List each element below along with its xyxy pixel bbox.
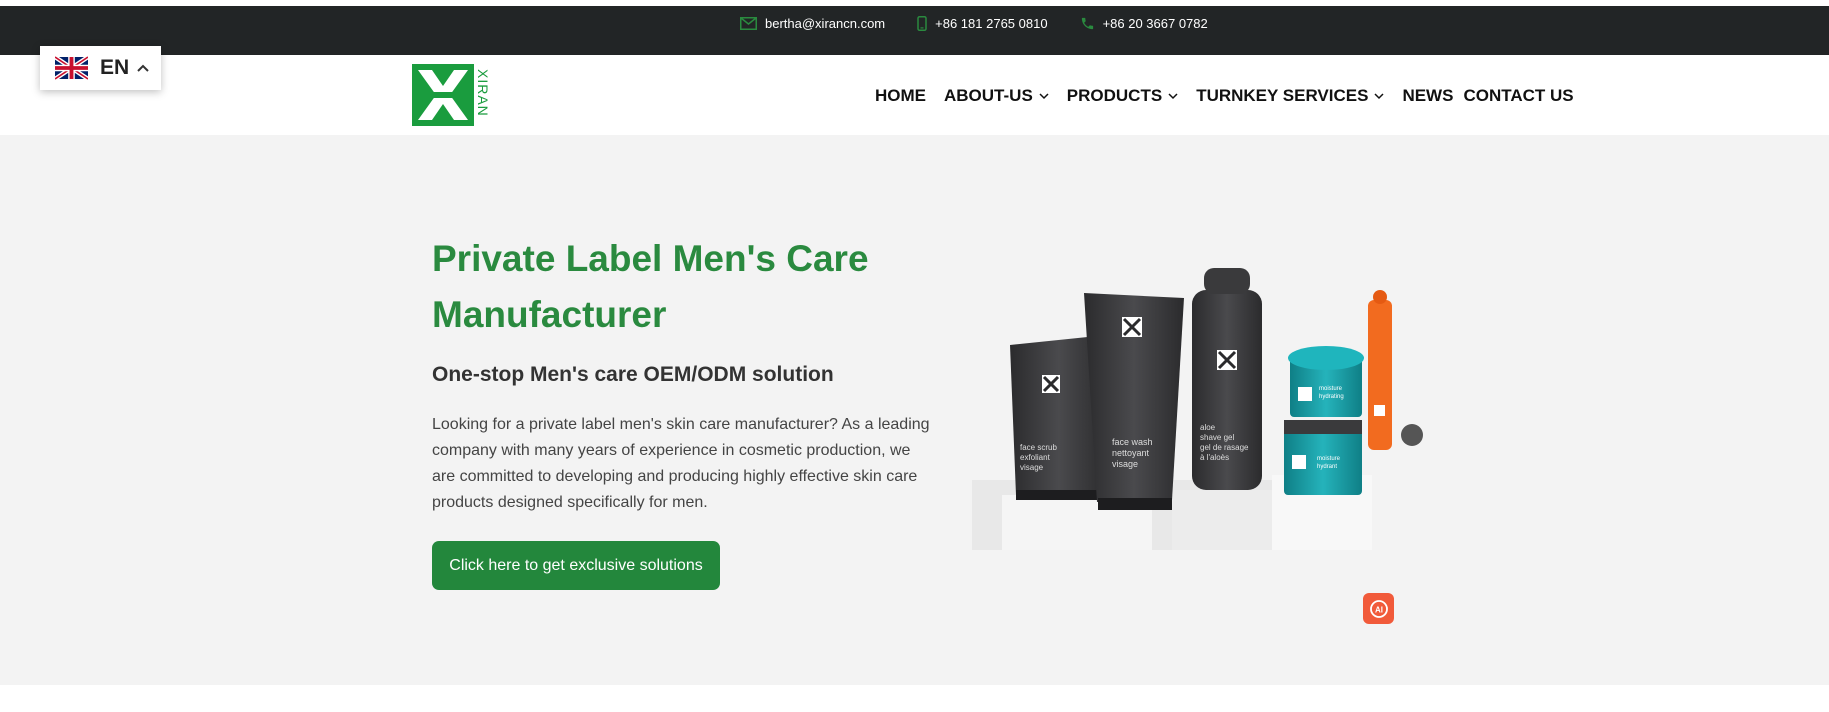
xiran-logo[interactable]: XIRAN <box>412 64 492 126</box>
get-solutions-button[interactable]: Click here to get exclusive solutions <box>432 541 720 590</box>
shave-gel-label-1: shave gel <box>1200 433 1234 442</box>
nav-news-label[interactable]: NEWS <box>1402 86 1453 106</box>
face-wash-label: face wash <box>1112 437 1153 447</box>
nav-contact-us-label[interactable]: CONTACT US <box>1463 86 1573 106</box>
hero-subtitle: One-stop Men's care OEM/ODM solution <box>432 363 834 386</box>
ai-assistant-button[interactable]: AI <box>1363 593 1394 624</box>
mobile-contact[interactable]: +86 181 2765 0810 <box>917 16 1048 31</box>
chevron-down-icon <box>1039 92 1049 99</box>
nav-about-us-label[interactable]: ABOUT-US <box>944 86 1033 106</box>
face-scrub-label-fr-2: visage <box>1020 463 1044 472</box>
phone-text[interactable]: +86 20 3667 0782 <box>1103 16 1208 31</box>
hero-title: Private Label Men's Care Manufacturer <box>432 238 869 335</box>
hero-description: Looking for a private label men's skin c… <box>432 416 930 511</box>
shave-gel-label-2: gel de rasage <box>1200 443 1249 452</box>
mobile-phone-icon <box>917 16 927 31</box>
face-scrub-label: face scrub <box>1020 443 1057 452</box>
phone-icon <box>1081 17 1093 30</box>
nav-turnkey-services-label[interactable]: TURNKEY SERVICES <box>1196 86 1368 106</box>
shave-gel-label-3: à l'aloès <box>1200 453 1229 462</box>
email-contact[interactable]: bertha@xirancn.com <box>740 16 885 31</box>
nav-about-us[interactable]: ABOUT-US <box>944 86 1049 106</box>
hero-section: Private Label Men's Care Manufacturer On… <box>0 135 1829 685</box>
phone-contact[interactable]: +86 20 3667 0782 <box>1080 16 1208 31</box>
language-switcher[interactable]: EN <box>40 46 161 90</box>
email-text[interactable]: bertha@xirancn.com <box>765 16 885 31</box>
main-nav: HOME ABOUT-US PRODUCTS TURNKEY SERVICES … <box>875 86 1574 106</box>
ai-chat-icon: AI <box>1369 599 1388 618</box>
nav-turnkey-services[interactable]: TURNKEY SERVICES <box>1196 86 1384 106</box>
face-wash-label-fr-2: visage <box>1112 459 1138 469</box>
nav-home-label[interactable]: HOME <box>875 86 926 106</box>
jar-top-label-2: hydrating <box>1319 394 1344 400</box>
nav-products[interactable]: PRODUCTS <box>1067 86 1178 106</box>
uk-flag-icon <box>55 56 88 80</box>
face-scrub-label-fr-1: exfoliant <box>1020 453 1051 462</box>
mobile-text[interactable]: +86 181 2765 0810 <box>935 16 1047 31</box>
logo-wordmark: XIRAN <box>475 69 491 117</box>
nav-news[interactable]: NEWS <box>1402 86 1453 106</box>
nav-products-label[interactable]: PRODUCTS <box>1067 86 1162 106</box>
product-lineup-image: face scrub exfoliant visage face wash ne… <box>972 268 1472 550</box>
nav-contact-us[interactable]: CONTACT US <box>1463 86 1573 106</box>
jar-bottom-label-2: hydrant <box>1317 464 1337 470</box>
top-contact-bar: bertha@xirancn.com +86 181 2765 0810 +86… <box>0 6 1829 55</box>
chevron-up-icon <box>137 64 149 72</box>
ai-badge-text: AI <box>1375 605 1383 614</box>
chevron-down-icon <box>1374 92 1384 99</box>
jar-bottom-label-1: moisture <box>1317 456 1341 462</box>
contact-list: bertha@xirancn.com +86 181 2765 0810 +86… <box>740 16 1240 31</box>
envelope-icon <box>740 17 757 30</box>
jar-top-label-1: moisture <box>1319 386 1343 392</box>
chevron-down-icon <box>1168 92 1178 99</box>
nav-home[interactable]: HOME <box>875 86 926 106</box>
shave-gel-label: aloe <box>1200 423 1216 432</box>
language-code: EN <box>100 56 130 79</box>
face-wash-label-fr-1: nettoyant <box>1112 448 1150 458</box>
